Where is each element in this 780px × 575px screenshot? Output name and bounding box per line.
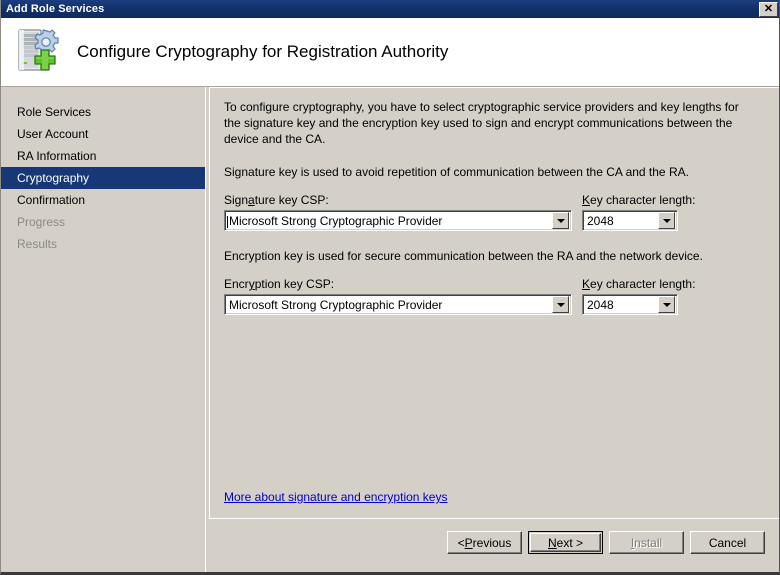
- wizard-footer: < Previous Next > Install Cancel: [209, 519, 779, 572]
- sidebar-item-user-account[interactable]: User Account: [1, 123, 205, 145]
- sidebar-nav-list: Role Services User Account RA Informatio…: [1, 87, 205, 255]
- signature-csp-combobox[interactable]: Microsoft Strong Cryptographic Provider: [224, 210, 572, 231]
- main-content-panel: To configure cryptography, you have to s…: [209, 87, 779, 518]
- wizard-header: Configure Cryptography for Registration …: [1, 18, 779, 86]
- sidebar-item-confirmation[interactable]: Confirmation: [1, 189, 205, 211]
- sidebar-item-progress: Progress: [17, 215, 66, 229]
- server-gear-add-icon: [13, 26, 69, 78]
- footer-button-row: < Previous Next > Install Cancel: [447, 531, 765, 554]
- chevron-down-icon[interactable]: [552, 212, 569, 229]
- signature-csp-label: Signature key CSP:: [224, 193, 329, 207]
- signature-description: Signature key is used to avoid repetitio…: [224, 165, 689, 179]
- help-link-row: More about signature and encryption keys: [224, 488, 447, 506]
- chevron-down-icon[interactable]: [552, 296, 569, 313]
- signature-field-row: Signature key CSP: Microsoft Strong Cryp…: [224, 193, 767, 231]
- encryption-key-length-combobox[interactable]: 2048: [582, 294, 678, 315]
- intro-paragraph: To configure cryptography, you have to s…: [224, 100, 739, 146]
- signature-key-length-value: 2048: [587, 213, 614, 228]
- encryption-csp-combobox[interactable]: Microsoft Strong Cryptographic Provider: [224, 294, 572, 315]
- add-role-services-window: Add Role Services ✕ Configure Cryptograp…: [0, 0, 780, 575]
- chevron-down-icon[interactable]: [658, 212, 675, 229]
- sidebar-item-role-services[interactable]: Role Services: [1, 101, 205, 123]
- sidebar-item-cryptography[interactable]: Cryptography: [1, 167, 205, 189]
- encryption-field-row: Encryption key CSP: Microsoft Strong Cry…: [224, 277, 767, 315]
- text-caret: [227, 215, 228, 228]
- next-button[interactable]: Next >: [528, 531, 603, 554]
- signature-length-label: Key character length:: [582, 193, 696, 207]
- chevron-down-icon[interactable]: [658, 296, 675, 313]
- page-title: Configure Cryptography for Registration …: [77, 42, 449, 61]
- encryption-csp-label: Encryption key CSP:: [224, 277, 335, 291]
- title-bar: Add Role Services ✕: [1, 0, 779, 18]
- wizard-sidebar: Role Services User Account RA Informatio…: [1, 87, 205, 572]
- previous-button[interactable]: < Previous: [447, 531, 522, 554]
- encryption-key-length-value: 2048: [587, 297, 614, 312]
- signature-key-length-combobox[interactable]: 2048: [582, 210, 678, 231]
- sidebar-item-results: Results: [17, 237, 58, 251]
- encryption-csp-value: Microsoft Strong Cryptographic Provider: [229, 297, 443, 312]
- signature-csp-value: Microsoft Strong Cryptographic Provider: [227, 213, 443, 228]
- close-icon[interactable]: ✕: [759, 1, 778, 17]
- encryption-description: Encryption key is used for secure commun…: [224, 249, 703, 263]
- install-button: Install: [609, 531, 684, 554]
- window-title: Add Role Services: [6, 3, 105, 15]
- encryption-length-label: Key character length:: [582, 277, 696, 291]
- sidebar-item-ra-information[interactable]: RA Information: [1, 145, 205, 167]
- more-about-keys-link[interactable]: More about signature and encryption keys: [224, 490, 447, 504]
- cancel-button[interactable]: Cancel: [690, 531, 765, 554]
